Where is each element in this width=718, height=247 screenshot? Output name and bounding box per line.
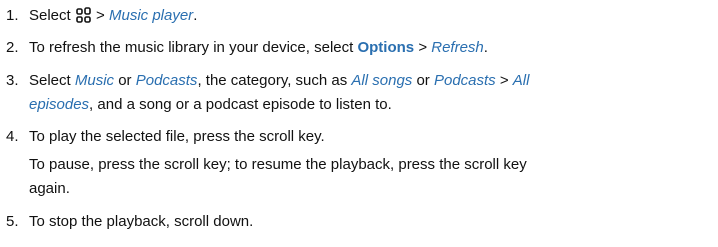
options-softkey: Options <box>357 39 415 56</box>
step-text: To stop the playback, scroll down. <box>29 213 254 230</box>
list-item-subtext: To pause, press the scroll key; to resum… <box>29 155 527 175</box>
step-text: To play the selected file, press the scr… <box>29 128 325 145</box>
menu-separator: > <box>499 72 509 89</box>
step-text: Select <box>29 7 71 24</box>
step-number: 4. <box>6 128 19 145</box>
step-text: Select <box>29 72 71 89</box>
list-item: 2. To refresh the music library in your d… <box>6 39 488 56</box>
all-episodes-item-end: episodes <box>29 96 90 113</box>
step-number: 3. <box>6 72 19 89</box>
podcasts-category: Podcasts <box>135 72 198 89</box>
step-number: 5. <box>6 213 19 230</box>
list-item-continuation: episodes, and a song or a podcast episod… <box>29 95 392 115</box>
list-item: 1. Select > Music player. <box>6 7 198 24</box>
menu-key-icon <box>76 7 91 23</box>
step-subtext: To pause, press the scroll key; to resum… <box>29 156 527 173</box>
music-player-menu-item: Music player <box>108 7 194 24</box>
music-category: Music <box>74 72 115 89</box>
menu-separator: > <box>418 39 428 56</box>
step-number: 1. <box>6 7 19 24</box>
all-episodes-item-start: All <box>512 72 530 89</box>
list-item-subtext: again. <box>29 179 70 199</box>
podcasts-item: Podcasts <box>433 72 496 89</box>
list-item: 5. To stop the playback, scroll down. <box>6 212 253 232</box>
step-subtext: again. <box>29 180 70 197</box>
list-item: 3. Select Music or Podcasts, the category… <box>6 72 530 89</box>
step-text: To refresh the music library in your dev… <box>29 39 354 56</box>
all-songs-item: All songs <box>351 72 413 89</box>
list-item: 4. To play the selected file, press the s… <box>6 127 325 147</box>
instructions-page: { "steps": [ { "number": "1.", "t1": "Se… <box>0 0 718 247</box>
refresh-menu-item: Refresh <box>431 39 484 56</box>
step-text: , and a song or a podcast episode to lis… <box>89 96 392 113</box>
step-number: 2. <box>6 39 19 56</box>
menu-separator: > <box>96 7 105 24</box>
